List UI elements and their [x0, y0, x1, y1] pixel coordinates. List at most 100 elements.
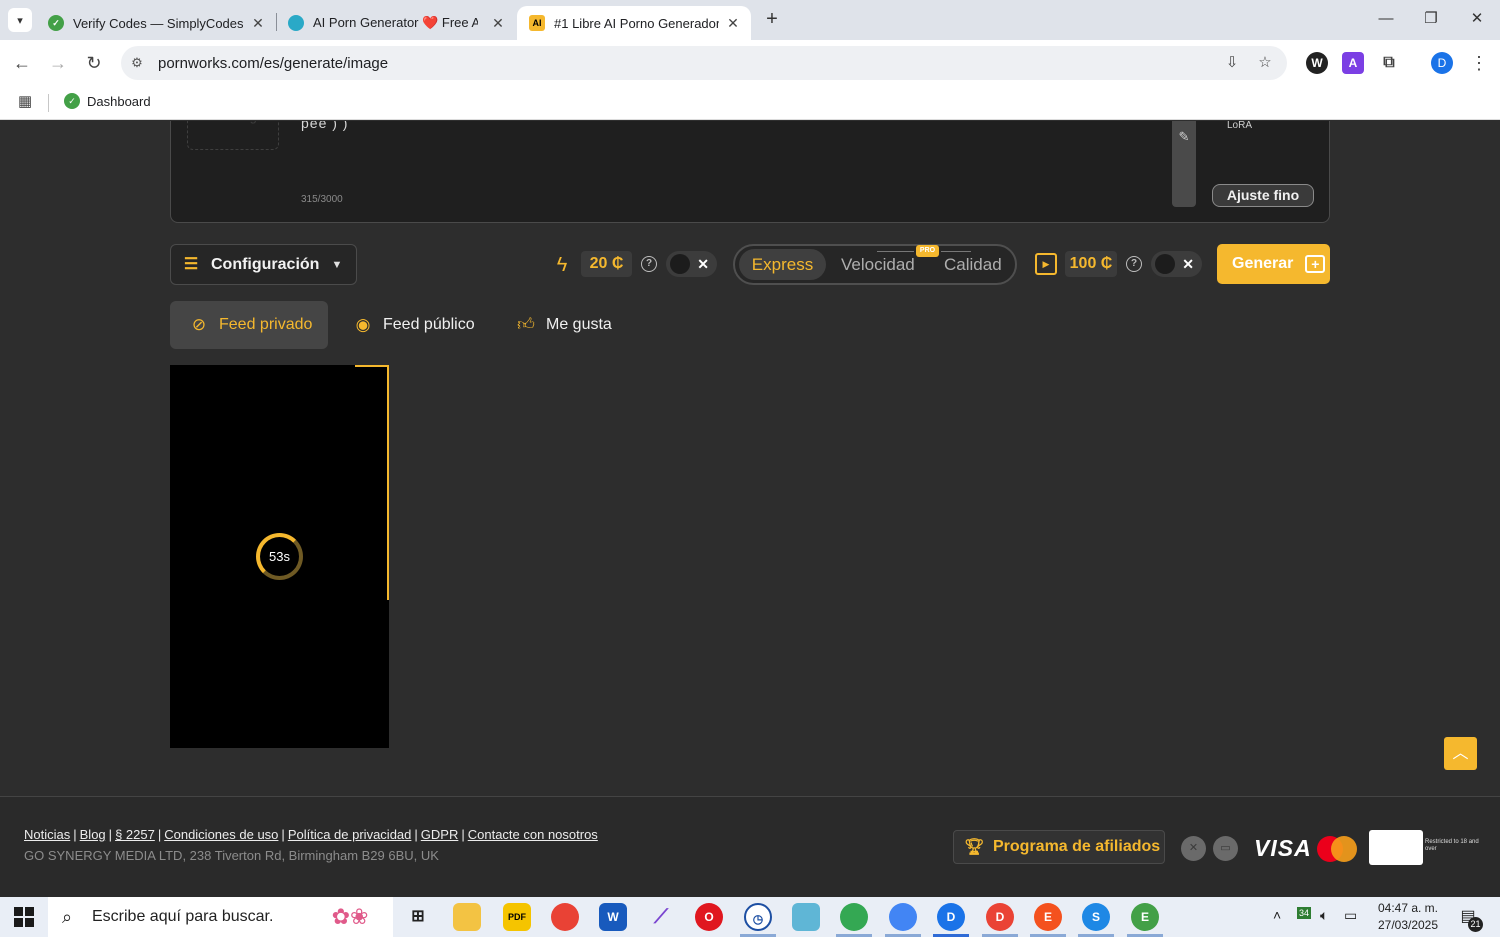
minimize-window-icon[interactable]: —	[1371, 8, 1401, 32]
quality-mode-selector: Express Velocidad PRO Calidad	[733, 244, 1017, 285]
video-mode-toggle[interactable]: ✕	[1151, 251, 1202, 277]
tab-feed-privado[interactable]: ⊘ Feed privado	[170, 301, 329, 349]
upload-image-dropzone[interactable]: Subir imagen	[187, 121, 279, 150]
reload-icon[interactable]: ↻	[82, 51, 106, 75]
browser-tab-ai-porn-generator[interactable]: AI Porn Generator ❤️ Free AI P ✕	[276, 6, 516, 40]
footer-link-contact[interactable]: Contacte con nosotros	[468, 827, 598, 842]
footer-link-terms[interactable]: Condiciones de uso	[164, 827, 278, 842]
mastercard-orange-circle	[1331, 836, 1357, 862]
windows-taskbar: ⌕ Escribe aquí para buscar. ✿❀ ⊞ PDF W ⟋…	[0, 897, 1500, 937]
browser-tab-libre-ai[interactable]: AI #1 Libre AI Porno Generador ✕	[517, 6, 751, 40]
task-view-icon[interactable]: ⊞	[404, 903, 432, 931]
plus-square-icon: +	[1305, 255, 1326, 273]
word-icon[interactable]: W	[599, 903, 627, 931]
scroll-to-top-button[interactable]: ︿	[1444, 737, 1477, 770]
mode-velocidad[interactable]: Velocidad	[841, 249, 915, 280]
configuration-dropdown[interactable]: ☰ Configuración ▼	[170, 244, 357, 285]
clock-time: 04:47 a. m.	[1377, 901, 1439, 915]
close-tab-icon[interactable]: ✕	[725, 15, 741, 32]
taskbar-search[interactable]: ⌕ Escribe aquí para buscar. ✿❀	[48, 897, 393, 937]
payment-method-icon: ✕	[1181, 836, 1206, 861]
footer-link-noticias[interactable]: Noticias	[24, 827, 70, 842]
finetune-button[interactable]: Ajuste fino	[1212, 184, 1314, 207]
footer-link-gdpr[interactable]: GDPR	[421, 827, 459, 842]
chevron-up-icon[interactable]: ˄	[1273, 907, 1281, 923]
simplycodes-icon: ✓	[48, 15, 64, 31]
close-tab-icon[interactable]: ✕	[250, 15, 266, 32]
site-settings-icon[interactable]: ⚙	[129, 55, 145, 71]
progress-border-right	[387, 365, 389, 600]
mode-calidad[interactable]: Calidad	[944, 249, 1002, 280]
generate-page: Subir imagen pee ) ) 315/3000 ✎ LoRA Aju…	[0, 121, 1500, 897]
magic-wand-icon[interactable]: ✎	[1174, 127, 1194, 147]
footer-link-privacy[interactable]: Política de privacidad	[288, 827, 412, 842]
chrome-profile-icon[interactable]: E	[1131, 903, 1159, 931]
restore-window-icon[interactable]: ❐	[1416, 8, 1446, 32]
ai-logo-icon: AI	[529, 15, 545, 31]
chrome-profile-icon[interactable]	[840, 903, 868, 931]
close-window-icon[interactable]: ✕	[1462, 8, 1492, 32]
search-icon: ⌕	[62, 906, 73, 927]
chevron-down-icon: ▼	[331, 258, 343, 271]
apps-grid-icon[interactable]: ▦	[18, 94, 34, 110]
extensions-puzzle-icon[interactable]: ⧉	[1378, 52, 1400, 74]
address-bar[interactable]: ⚙ pornworks.com/es/generate/image ⇩ ☆	[121, 46, 1287, 80]
tab-search-button[interactable]: ▾	[8, 8, 32, 32]
new-tab-button[interactable]: +	[760, 8, 784, 32]
clock-app-icon[interactable]: ◷	[744, 903, 772, 931]
visa-logo: VISA	[1254, 835, 1312, 861]
opera-icon[interactable]: O	[695, 903, 723, 931]
chrome-icon[interactable]	[551, 903, 579, 931]
prompt-textarea[interactable]: pee ) )	[301, 121, 348, 131]
tab-feed-publico[interactable]: ◉ Feed público	[352, 301, 475, 349]
fast-mode-toggle[interactable]: ✕	[666, 251, 717, 277]
generate-button[interactable]: Generar +	[1217, 244, 1330, 284]
forward-arrow-icon[interactable]: →	[46, 51, 70, 75]
chevron-down-icon: ▾	[17, 14, 23, 27]
chrome-profile-icon[interactable]	[889, 903, 917, 931]
mode-express[interactable]: Express	[739, 249, 826, 280]
windows-start-icon[interactable]	[14, 907, 34, 927]
affiliate-program-button[interactable]: 🏆︎ Programa de afiliados	[953, 830, 1165, 864]
chrome-profile-icon[interactable]: E	[1034, 903, 1062, 931]
chrome-profile-icon[interactable]: D	[986, 903, 1014, 931]
site-footer: Noticias | Blog | § 2257 | Condiciones de uso |…	[0, 796, 1500, 897]
help-icon[interactable]: ?	[1126, 256, 1142, 272]
profile-avatar[interactable]: D	[1431, 52, 1453, 74]
bookmark-dashboard[interactable]: ✓ Dashboard	[64, 93, 151, 109]
chrome-profile-icon[interactable]: D	[937, 903, 965, 931]
browser-menu-icon[interactable]: ⋮	[1470, 52, 1488, 74]
extension-w-icon[interactable]: W	[1306, 52, 1328, 74]
company-address: GO SYNERGY MEDIA LTD, 238 Tiverton Rd, B…	[24, 848, 439, 863]
fast-credits-badge: 20 ₵	[581, 251, 632, 277]
trophy-icon: 🏆︎	[964, 839, 985, 856]
toggle-knob	[670, 254, 690, 274]
bookmarks-divider	[48, 94, 49, 112]
file-explorer-icon[interactable]	[453, 903, 481, 931]
footer-link-blog[interactable]: Blog	[80, 827, 106, 842]
extension-a-icon[interactable]: A	[1342, 52, 1364, 74]
snip-tool-icon[interactable]	[792, 903, 820, 931]
chrome-profile-icon[interactable]: S	[1082, 903, 1110, 931]
pro-divider-left	[877, 251, 914, 252]
close-tab-icon[interactable]: ✕	[490, 15, 506, 32]
affiliate-label: Programa de afiliados	[993, 838, 1161, 855]
browser-tab-simplycodes[interactable]: ✓ Verify Codes — SimplyCodes ✕	[36, 6, 276, 40]
notification-count: 21	[1468, 917, 1483, 932]
help-icon[interactable]: ?	[641, 256, 657, 272]
feather-app-icon[interactable]: ⟋	[647, 903, 675, 931]
taskbar-clock[interactable]: 04:47 a. m. 27/03/2025	[1370, 900, 1446, 934]
generation-card[interactable]: 53s	[170, 365, 389, 748]
volume-icon[interactable]: 🔈︎	[1320, 907, 1328, 924]
rta-badge	[1369, 830, 1423, 865]
notification-center-icon[interactable]: ▤ 21	[1457, 906, 1483, 932]
tray-app-badge[interactable]: 34	[1297, 907, 1312, 919]
bookmark-star-icon[interactable]: ☆	[1255, 53, 1275, 73]
back-arrow-icon[interactable]: ←	[10, 51, 34, 75]
footer-link-2257[interactable]: § 2257	[115, 827, 155, 842]
network-icon[interactable]: ▭	[1344, 907, 1357, 924]
pdf-app-icon[interactable]: PDF	[503, 903, 531, 931]
install-app-icon[interactable]: ⇩	[1222, 53, 1242, 73]
tab-me-gusta[interactable]: 👍︎ Me gusta	[515, 301, 612, 349]
url-text[interactable]: pornworks.com/es/generate/image	[158, 55, 388, 72]
